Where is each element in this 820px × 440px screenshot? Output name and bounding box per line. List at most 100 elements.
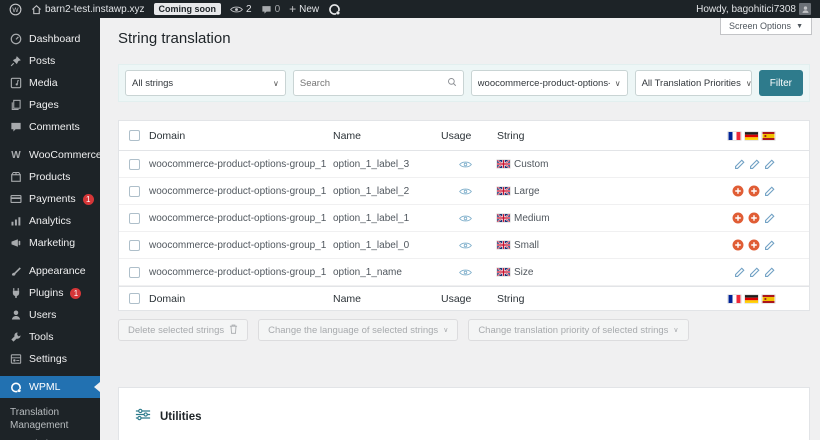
usage-eye-icon[interactable] bbox=[459, 187, 472, 196]
update-count: 2 bbox=[246, 4, 252, 15]
trash-icon bbox=[229, 324, 238, 337]
wpml-adminbar-icon[interactable] bbox=[328, 3, 341, 16]
column-header-string: String bbox=[497, 130, 679, 142]
site-name: barn2-test.instawp.xyz bbox=[45, 4, 145, 15]
edit-translation-icon[interactable] bbox=[764, 267, 775, 278]
edit-translation-icon[interactable] bbox=[734, 159, 745, 170]
row-checkbox[interactable] bbox=[129, 213, 140, 224]
spanish-flag-icon bbox=[762, 295, 775, 303]
change-priority-button[interactable]: Change translation priority of selected … bbox=[468, 319, 688, 341]
megaphone-icon bbox=[10, 237, 22, 249]
uk-flag-icon bbox=[497, 187, 510, 195]
brush-icon bbox=[10, 265, 22, 277]
search-input[interactable] bbox=[300, 78, 440, 89]
change-language-button[interactable]: Change the language of selected strings … bbox=[258, 319, 458, 341]
sidebar-item-tools[interactable]: Tools bbox=[0, 326, 100, 348]
select-all-checkbox[interactable] bbox=[129, 293, 140, 304]
row-checkbox[interactable] bbox=[129, 186, 140, 197]
plus-icon: + bbox=[289, 2, 296, 16]
plug-icon bbox=[10, 287, 22, 299]
chevron-down-icon: ∨ bbox=[610, 79, 621, 88]
table-row: woocommerce-product-options-group_1 opti… bbox=[119, 232, 809, 259]
wordpress-logo-icon[interactable]: W bbox=[9, 3, 22, 16]
domain-select[interactable]: woocommerce-product-options-gr ∨ bbox=[471, 70, 628, 96]
translation-priority-select[interactable]: All Translation Priorities ∨ bbox=[635, 70, 752, 96]
row-checkbox[interactable] bbox=[129, 267, 140, 278]
string-status-select[interactable]: All strings ∨ bbox=[125, 70, 286, 96]
row-checkbox[interactable] bbox=[129, 240, 140, 251]
sidebar-item-comments[interactable]: Comments bbox=[0, 116, 100, 138]
add-translation-icon[interactable] bbox=[732, 239, 744, 251]
submenu-item-translation-management[interactable]: Translation Management bbox=[10, 403, 90, 435]
add-translation-icon[interactable] bbox=[732, 212, 744, 224]
table-row: woocommerce-product-options-group_1 opti… bbox=[119, 151, 809, 178]
sidebar-item-posts[interactable]: Posts bbox=[0, 50, 100, 72]
usage-eye-icon[interactable] bbox=[459, 160, 472, 169]
uk-flag-icon bbox=[497, 160, 510, 168]
edit-translation-icon[interactable] bbox=[764, 159, 775, 170]
sidebar-item-settings[interactable]: Settings bbox=[0, 348, 100, 370]
uk-flag-icon bbox=[497, 241, 510, 249]
new-content-button[interactable]: + New bbox=[289, 2, 319, 16]
column-header-usage: Usage bbox=[441, 130, 497, 142]
german-flag-icon bbox=[745, 132, 758, 140]
select-all-checkbox[interactable] bbox=[129, 130, 140, 141]
table-row: woocommerce-product-options-group_1 opti… bbox=[119, 205, 809, 232]
filter-bar: All strings ∨ woocommerce-product-option… bbox=[118, 64, 810, 102]
edit-translation-icon[interactable] bbox=[749, 267, 760, 278]
edit-translation-icon[interactable] bbox=[764, 186, 775, 197]
row-checkbox[interactable] bbox=[129, 159, 140, 170]
payments-badge: 1 bbox=[83, 194, 94, 205]
usage-eye-icon[interactable] bbox=[459, 241, 472, 250]
home-icon bbox=[31, 4, 42, 15]
spanish-flag-icon bbox=[762, 132, 775, 140]
sidebar-item-plugins[interactable]: Plugins 1 bbox=[0, 282, 100, 304]
admin-bar: W barn2-test.instawp.xyz Coming soon 2 0… bbox=[0, 0, 820, 18]
comment-count: 0 bbox=[275, 4, 281, 15]
plugins-badge: 1 bbox=[70, 288, 81, 299]
filter-button[interactable]: Filter bbox=[759, 70, 803, 96]
pages-icon bbox=[10, 99, 22, 111]
page-title: String translation bbox=[100, 18, 820, 47]
column-header-domain: Domain bbox=[149, 130, 333, 142]
chevron-down-icon: ∨ bbox=[673, 326, 678, 334]
usage-eye-icon[interactable] bbox=[459, 214, 472, 223]
search-box[interactable] bbox=[293, 70, 464, 96]
sidebar-item-woocommerce[interactable]: W WooCommerce bbox=[0, 144, 100, 166]
sidebar-item-appearance[interactable]: Appearance bbox=[0, 260, 100, 282]
edit-translation-icon[interactable] bbox=[764, 213, 775, 224]
add-translation-icon[interactable] bbox=[748, 212, 760, 224]
add-translation-icon[interactable] bbox=[748, 185, 760, 197]
sidebar-item-analytics[interactable]: Analytics bbox=[0, 210, 100, 232]
caret-down-icon: ▼ bbox=[796, 23, 803, 30]
user-icon bbox=[10, 309, 22, 321]
sidebar-item-dashboard[interactable]: Dashboard bbox=[0, 28, 100, 50]
site-name-link[interactable]: barn2-test.instawp.xyz bbox=[31, 4, 145, 15]
edit-translation-icon[interactable] bbox=[764, 240, 775, 251]
updates-indicator[interactable]: 2 bbox=[230, 4, 252, 15]
howdy-account-menu[interactable]: Howdy, bagohitici7308 bbox=[696, 3, 811, 15]
sidebar-item-pages[interactable]: Pages bbox=[0, 94, 100, 116]
screen-options-button[interactable]: Screen Options ▼ bbox=[720, 18, 812, 35]
table-footer-row: Domain Name Usage String bbox=[119, 286, 809, 310]
admin-sidebar: Dashboard Posts Media Pages Comments W W… bbox=[0, 18, 100, 440]
sidebar-item-marketing[interactable]: Marketing bbox=[0, 232, 100, 254]
edit-translation-icon[interactable] bbox=[749, 159, 760, 170]
woocommerce-icon: W bbox=[10, 149, 22, 161]
sidebar-item-users[interactable]: Users bbox=[0, 304, 100, 326]
box-icon bbox=[10, 171, 22, 183]
sidebar-item-payments[interactable]: Payments 1 bbox=[0, 188, 100, 210]
comments-indicator[interactable]: 0 bbox=[261, 4, 281, 15]
table-row: woocommerce-product-options-group_1 opti… bbox=[119, 259, 809, 286]
submenu-item-translations[interactable]: Translations bbox=[10, 435, 100, 440]
sidebar-item-products[interactable]: Products bbox=[0, 166, 100, 188]
delete-selected-button[interactable]: Delete selected strings bbox=[118, 319, 248, 341]
uk-flag-icon bbox=[497, 214, 510, 222]
usage-eye-icon[interactable] bbox=[459, 268, 472, 277]
add-translation-icon[interactable] bbox=[732, 185, 744, 197]
sidebar-item-media[interactable]: Media bbox=[0, 72, 100, 94]
uk-flag-icon bbox=[497, 268, 510, 276]
edit-translation-icon[interactable] bbox=[734, 267, 745, 278]
add-translation-icon[interactable] bbox=[748, 239, 760, 251]
sidebar-item-wpml[interactable]: WPML bbox=[0, 376, 100, 398]
